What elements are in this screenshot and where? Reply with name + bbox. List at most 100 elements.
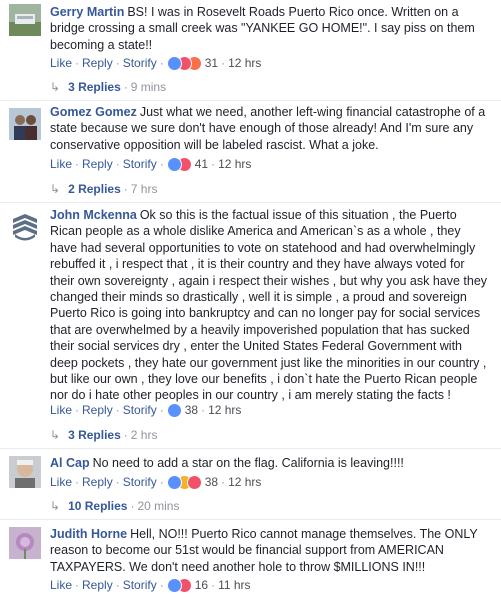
avatar[interactable]	[9, 108, 41, 140]
separator: ·	[221, 56, 226, 70]
reaction-count: 16	[194, 578, 209, 592]
divider	[0, 100, 501, 101]
comment-time[interactable]: 12 hrs	[208, 403, 241, 417]
separator: ·	[75, 475, 80, 489]
avatar-image	[9, 527, 41, 559]
replies-link[interactable]: ↳ 2 Replies · 7 hrs	[50, 181, 157, 197]
separator: ·	[75, 56, 80, 70]
storify-button[interactable]: Storify	[123, 157, 157, 171]
reaction-count: 31	[204, 56, 219, 70]
reaction-icons[interactable]	[166, 474, 202, 490]
avatar[interactable]	[9, 527, 41, 559]
comment-author[interactable]: Judith Horne	[50, 527, 127, 541]
separator: ·	[130, 499, 135, 513]
replies-count[interactable]: 10 Replies	[68, 499, 127, 513]
like-reaction-icon	[166, 402, 182, 418]
replies-count[interactable]: 3 Replies	[68, 80, 121, 94]
reply-button[interactable]: Reply	[82, 578, 113, 592]
reaction-count: 38	[184, 403, 199, 417]
replies-time: 9 mins	[130, 80, 167, 94]
separator: ·	[211, 578, 216, 592]
comment-time[interactable]: 12 hrs	[228, 56, 261, 70]
reaction-count: 38	[204, 475, 219, 489]
separator: ·	[75, 403, 80, 417]
avatar[interactable]	[9, 4, 41, 36]
replies-link[interactable]: ↳ 3 Replies · 9 mins	[50, 79, 166, 95]
separator: ·	[221, 475, 226, 489]
avatar[interactable]	[9, 456, 41, 488]
like-reaction-icon	[166, 474, 182, 490]
separator: ·	[201, 403, 206, 417]
storify-button[interactable]: Storify	[123, 475, 157, 489]
divider	[0, 202, 501, 203]
separator: ·	[159, 578, 164, 592]
comment-author[interactable]: Gomez Gomez	[50, 105, 137, 119]
separator: ·	[75, 578, 80, 592]
separator: ·	[211, 157, 216, 171]
reaction-icons[interactable]	[166, 577, 192, 593]
separator: ·	[115, 403, 120, 417]
replies-count[interactable]: 3 Replies	[68, 428, 121, 442]
divider	[0, 448, 501, 449]
reply-button[interactable]: Reply	[82, 475, 113, 489]
separator: ·	[123, 182, 128, 196]
comment-actions: Like · Reply · Storify · 31 · 12 hrs	[50, 55, 261, 71]
comment-author[interactable]: Al Cap	[50, 456, 90, 470]
comment-actions: Like · Reply · Storify · 38 · 12 hrs	[50, 474, 261, 490]
comments-panel: { "comments": [ { "author": "Gerry Marti…	[0, 0, 501, 598]
replies-time: 2 hrs	[130, 428, 158, 442]
like-reaction-icon	[166, 577, 182, 593]
separator: ·	[123, 428, 128, 442]
divider	[0, 519, 501, 520]
separator: ·	[159, 403, 164, 417]
comment-author[interactable]: Gerry Martin	[50, 5, 124, 19]
reply-arrow-icon: ↳	[50, 80, 61, 94]
storify-button[interactable]: Storify	[123, 403, 157, 417]
military-insignia-icon	[9, 210, 41, 242]
like-reaction-icon	[166, 55, 182, 71]
reaction-icons[interactable]	[166, 156, 192, 172]
comment-actions: Like · Reply · Storify · 41 · 12 hrs	[50, 156, 251, 172]
like-button[interactable]: Like	[50, 157, 72, 171]
avatar[interactable]	[9, 210, 41, 242]
replies-count[interactable]: 2 Replies	[68, 182, 121, 196]
separator: ·	[159, 157, 164, 171]
comment-text: Ok so this is the factual issue of this …	[50, 208, 488, 403]
separator: ·	[75, 157, 80, 171]
replies-link[interactable]: ↳ 10 Replies · 20 mins	[50, 498, 179, 514]
reply-button[interactable]: Reply	[82, 56, 113, 70]
comment-text: No need to add a star on the flag. Calif…	[92, 456, 404, 470]
reply-arrow-icon: ↳	[50, 428, 61, 442]
like-button[interactable]: Like	[50, 578, 72, 592]
reply-button[interactable]: Reply	[82, 403, 113, 417]
replies-link[interactable]: ↳ 3 Replies · 2 hrs	[50, 427, 157, 443]
love-reaction-icon	[186, 474, 202, 490]
comment-actions: Like · Reply · Storify · 16 · 11 hrs	[50, 577, 251, 593]
separator: ·	[115, 157, 120, 171]
separator: ·	[159, 56, 164, 70]
replies-time: 20 mins	[137, 499, 180, 513]
like-reaction-icon	[166, 156, 182, 172]
comment-time[interactable]: 12 hrs	[218, 157, 251, 171]
comment-time[interactable]: 11 hrs	[218, 578, 250, 592]
separator: ·	[115, 578, 120, 592]
separator: ·	[115, 475, 120, 489]
comment-actions: Like · Reply · Storify · 38 · 12 hrs	[50, 402, 241, 418]
reaction-count: 41	[194, 157, 209, 171]
reaction-icons[interactable]	[166, 402, 182, 418]
reaction-icons[interactable]	[166, 55, 202, 71]
reply-button[interactable]: Reply	[82, 157, 113, 171]
replies-time: 7 hrs	[130, 182, 158, 196]
separator: ·	[123, 80, 128, 94]
like-button[interactable]: Like	[50, 56, 72, 70]
like-button[interactable]: Like	[50, 403, 72, 417]
separator: ·	[159, 475, 164, 489]
reply-arrow-icon: ↳	[50, 182, 61, 196]
avatar-image	[9, 4, 41, 36]
storify-button[interactable]: Storify	[123, 56, 157, 70]
like-button[interactable]: Like	[50, 475, 72, 489]
comment-time[interactable]: 12 hrs	[228, 475, 261, 489]
reply-arrow-icon: ↳	[50, 499, 61, 513]
storify-button[interactable]: Storify	[123, 578, 157, 592]
comment-author[interactable]: John Mckenna	[50, 208, 137, 222]
